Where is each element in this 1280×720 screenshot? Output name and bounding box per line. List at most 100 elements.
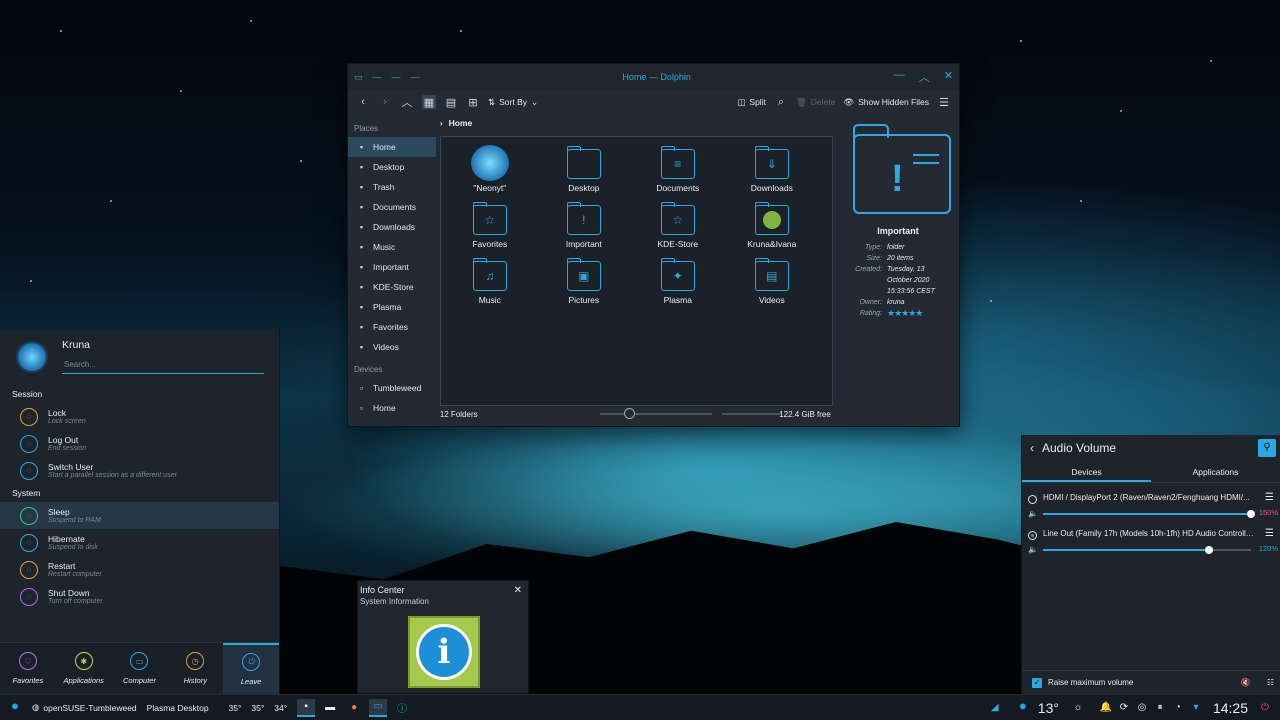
file-item[interactable]: ! Important <box>537 201 631 249</box>
place-kde-store[interactable]: ▪ KDE-Store <box>348 277 436 297</box>
file-item[interactable]: ♫ Music <box>443 257 537 305</box>
place-documents[interactable]: ▪ Documents <box>348 197 436 217</box>
split-button[interactable]: ◫ Split <box>737 97 766 108</box>
minimize-alt-icon[interactable]: — <box>373 72 382 82</box>
compact-view-icon[interactable]: ▤ <box>444 95 458 109</box>
place-trash[interactable]: ▪ Trash <box>348 177 436 197</box>
pin-icon[interactable]: ⚲ <box>1258 439 1276 457</box>
minimize-alt-icon[interactable]: — <box>392 72 401 82</box>
back-icon[interactable]: ‹ <box>356 95 370 109</box>
up-icon[interactable]: ︿ <box>400 95 414 109</box>
file-item[interactable]: ▤ Videos <box>725 257 819 305</box>
media-pause-icon[interactable]: ⏸ <box>1151 699 1169 717</box>
close-button[interactable]: ✕ <box>944 69 953 85</box>
tab-leave[interactable]: ⏻ Leave <box>223 643 279 694</box>
breadcrumb[interactable]: › Home <box>436 114 835 132</box>
search-icon[interactable]: ⌕ <box>774 95 788 109</box>
launcher-item-restart[interactable]: ◌ Restart Restart computer <box>0 556 279 583</box>
tab-computer[interactable]: ▭ Computer <box>112 643 168 694</box>
place-videos[interactable]: ▪ Videos <box>348 337 436 357</box>
terminal-icon[interactable]: ▬ <box>321 699 339 717</box>
zoom-slider-track[interactable] <box>599 413 712 415</box>
avatar[interactable] <box>16 341 48 373</box>
tray-expand-icon[interactable]: ▾ <box>1187 699 1205 717</box>
place-downloads[interactable]: ▪ Downloads <box>348 217 436 237</box>
firefox-icon[interactable]: ● <box>345 699 363 717</box>
device-home[interactable]: ▫ Home <box>348 398 436 418</box>
volume-slider[interactable] <box>1043 546 1251 554</box>
zoom-slider-handle[interactable] <box>623 408 635 419</box>
notifications-icon[interactable]: 🔔 <box>1097 699 1115 717</box>
updates-icon[interactable]: ⟳ <box>1115 699 1133 717</box>
clock[interactable]: 14:25 <box>1213 700 1248 716</box>
dolphin-taskbar-icon[interactable]: ▭ <box>369 698 388 717</box>
tab-applications[interactable]: ✱ Applications <box>56 643 112 694</box>
default-device-radio[interactable] <box>1028 531 1037 540</box>
icons-view-icon[interactable]: ▦ <box>422 95 436 109</box>
delete-button[interactable]: 🗑 Delete <box>796 97 835 108</box>
dolphin-window[interactable]: ▭ — — — Home — Dolphin — ︿ ✕ ‹ › ︿ ▦ ▤ ⊞… <box>347 63 960 427</box>
file-item[interactable]: ≡ Documents <box>631 145 725 193</box>
launcher-item-switch-user[interactable]: ◌ Switch User Start a parallel session as … <box>0 457 279 484</box>
maximize-button[interactable]: ︿ <box>919 69 930 85</box>
search-input[interactable]: Search... <box>62 356 264 374</box>
back-icon[interactable]: ‹ <box>1030 441 1034 455</box>
tree-view-icon[interactable]: ⊞ <box>466 95 480 109</box>
device-menu-icon[interactable]: ☰ <box>1265 492 1274 503</box>
taskbar-window[interactable]: Plasma Desktop <box>147 703 209 713</box>
audio-device[interactable]: HDMI / DisplayPort 2 (Raven/Raven2/Fengh… <box>1022 487 1280 523</box>
file-grid[interactable]: "Neonyt" Desktop ≡ Documents ⇓ Downloads ☆ Favo… <box>439 136 833 406</box>
place-music[interactable]: ▪ Music <box>348 237 436 257</box>
kde-connect-icon[interactable]: ◎ <box>1133 699 1151 717</box>
place-desktop[interactable]: ▪ Desktop <box>348 157 436 177</box>
volume-handle[interactable] <box>1247 510 1255 518</box>
tab-applications[interactable]: Applications <box>1151 461 1280 482</box>
weather-sun-icon[interactable]: ☼ <box>1069 699 1087 717</box>
audio-device[interactable]: Line Out (Family 17h (Models 10h-1fh) HD… <box>1022 523 1280 559</box>
file-item[interactable]: "Neonyt" <box>443 145 537 193</box>
launcher-item-lock[interactable]: ◌ Lock Lock screen <box>0 403 279 430</box>
forward-icon[interactable]: › <box>378 95 392 109</box>
minimize-alt-icon[interactable]: — <box>411 72 420 82</box>
hamburger-menu-icon[interactable]: ☰ <box>937 95 951 109</box>
folder-icon[interactable]: ▭ <box>354 72 363 83</box>
default-device-radio[interactable] <box>1028 495 1037 504</box>
tab-favorites[interactable]: ♡ Favorites <box>0 643 56 694</box>
file-item[interactable]: ☆ KDE-Store <box>631 201 725 249</box>
file-item[interactable]: ✦ Plasma <box>631 257 725 305</box>
launcher-item-hibernate[interactable]: ◌ Hibernate Suspend to disk <box>0 529 279 556</box>
tray-arrow-icon[interactable]: ◢ <box>986 699 1004 717</box>
activity-switcher[interactable]: ◍ openSUSE-Tumbleweed <box>32 702 137 713</box>
close-icon[interactable]: ✕ <box>514 585 522 596</box>
power-icon[interactable]: ⏻ <box>1256 699 1274 717</box>
speaker-icon[interactable]: 🔈 <box>1028 509 1038 518</box>
place-favorites[interactable]: ▪ Favorites <box>348 317 436 337</box>
mute-icon[interactable]: 🔇 <box>1241 678 1251 687</box>
minimize-button[interactable]: — <box>894 69 905 85</box>
file-item[interactable]: ▣ Pictures <box>537 257 631 305</box>
volume-handle[interactable] <box>1205 546 1214 554</box>
tab-history[interactable]: ◷ History <box>167 643 223 694</box>
volume-slider[interactable] <box>1043 510 1255 518</box>
audio-tray-icon[interactable]: ◔ <box>1169 699 1187 717</box>
network-icon[interactable]: ✸ <box>1014 699 1032 717</box>
window-thumbnail[interactable]: i <box>408 616 480 688</box>
configure-icon[interactable]: ☷ <box>1267 678 1274 687</box>
launcher-item-sleep[interactable]: ◌ Sleep Suspend to RAM <box>0 502 279 529</box>
file-item[interactable]: ⇓ Downloads <box>725 145 819 193</box>
breadcrumb-home[interactable]: Home <box>449 118 473 128</box>
show-hidden-button[interactable]: 👁 Show Hidden Files <box>843 97 929 108</box>
file-item[interactable]: Desktop <box>537 145 631 193</box>
raise-max-volume-checkbox[interactable]: ✓ <box>1032 677 1042 688</box>
application-launcher-button[interactable]: ✸ <box>6 699 24 717</box>
device-tumbleweed[interactable]: ▫ Tumbleweed <box>348 378 436 398</box>
speaker-icon[interactable]: 🔈 <box>1028 545 1038 554</box>
file-item[interactable]: Kruna&Ivana <box>725 201 819 249</box>
sort-by-button[interactable]: ⇅ Sort By ⌄ <box>488 97 538 108</box>
tab-devices[interactable]: Devices <box>1022 461 1151 482</box>
rating-stars[interactable]: ★★★★★ <box>887 308 947 319</box>
file-item[interactable]: ☆ Favorites <box>443 201 537 249</box>
launcher-item-log-out[interactable]: ◌ Log Out End session <box>0 430 279 457</box>
place-important[interactable]: ▪ Important <box>348 257 436 277</box>
title-bar[interactable]: ▭ — — — Home — Dolphin — ︿ ✕ <box>348 64 959 90</box>
